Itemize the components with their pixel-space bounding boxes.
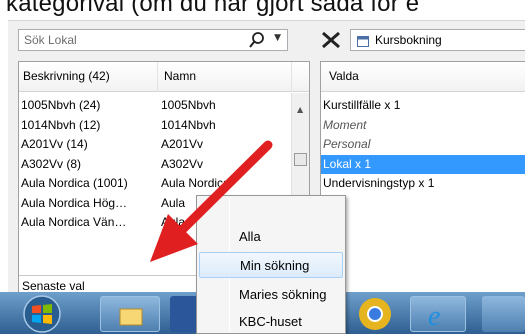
list-item-selected[interactable]: Lokal x 1 (321, 154, 525, 174)
search-type-value: Kursbokning (375, 33, 442, 47)
row-name: A201Vv (161, 137, 204, 151)
selected-list: Kurstillfälle x 1 Moment Personal Lokal … (321, 96, 525, 194)
row-description: 1005Nbvh (24) (21, 98, 101, 112)
row-name: 1005Nbvh (161, 98, 216, 112)
row-name: A302Vv (161, 156, 204, 171)
list-item[interactable]: Kurstillfälle x 1 (321, 96, 525, 116)
internet-explorer-icon: e (428, 301, 440, 329)
chrome-taskbar-icon[interactable] (355, 296, 395, 332)
calendar-icon (357, 36, 369, 47)
table-row[interactable]: A201Vv (14) A201Vv (19, 135, 291, 155)
selected-panel: Valda Kurstillfälle x 1 Moment Personal … (320, 61, 525, 295)
chevron-down-icon[interactable]: ▼ (274, 33, 281, 43)
app-taskbar-icon[interactable] (482, 296, 525, 332)
selected-header: Valda (321, 62, 525, 92)
scroll-thumb[interactable] (294, 153, 307, 166)
table-row[interactable]: A302Vv (8) A302Vv (19, 155, 291, 175)
svg-text:e: e (428, 301, 440, 329)
row-description: A302Vv (8) (21, 156, 82, 171)
menu-item-alla[interactable]: Alla (199, 224, 343, 250)
row-description: 1014Nbvh (12) (21, 117, 101, 132)
search-type-select[interactable]: Kursbokning (350, 29, 525, 51)
ie-taskbar-icon[interactable]: e (410, 296, 466, 332)
column-namn[interactable]: Namn (164, 69, 196, 83)
grid-header: Beskrivning (42) Namn (19, 62, 309, 92)
row-description: Aula Nordica Hög… (21, 195, 128, 210)
search-input[interactable]: Sök Lokal ▼ (18, 29, 288, 51)
start-button-icon[interactable] (22, 294, 62, 334)
search-placeholder: Sök Lokal (24, 33, 77, 47)
row-name: Aula Nordica (161, 176, 230, 190)
row-description: Aula Nordica (1001) (21, 176, 128, 190)
row-name: 1014Nbvh (161, 117, 216, 132)
row-description: Aula Nordica Vän… (21, 215, 127, 229)
list-item[interactable]: Personal (321, 135, 525, 155)
search-icon[interactable] (249, 31, 265, 49)
row-description: A201Vv (14) (21, 137, 88, 151)
instruction-text: kategorival (om du har gjort sådä för e (6, 0, 420, 17)
list-item[interactable]: Undervisningstyp x 1 (321, 174, 525, 194)
clear-x-icon[interactable] (320, 29, 342, 51)
table-row[interactable]: Aula Nordica (1001) Aula Nordica (19, 174, 291, 194)
table-row[interactable]: 1014Nbvh (12) 1014Nbvh (19, 116, 291, 136)
selected-header-label: Valda (329, 69, 359, 83)
list-item[interactable]: Moment (321, 116, 525, 136)
column-beskrivning[interactable]: Beskrivning (42) (23, 69, 110, 83)
menu-item-min-sokning[interactable]: Min sökning (199, 252, 343, 278)
saved-search-menu: Alla Min sökning Maries sökning KBC-huse… (196, 195, 346, 334)
menu-item-maries-sokning[interactable]: Maries sökning (199, 282, 343, 308)
scroll-up-icon[interactable]: ▲ (297, 105, 303, 114)
folder-icon (119, 308, 143, 326)
explorer-taskbar-icon[interactable] (100, 296, 160, 332)
table-row[interactable]: 1005Nbvh (24) 1005Nbvh (19, 96, 291, 116)
menu-item-kbc-huset[interactable]: KBC-huset (199, 309, 343, 334)
